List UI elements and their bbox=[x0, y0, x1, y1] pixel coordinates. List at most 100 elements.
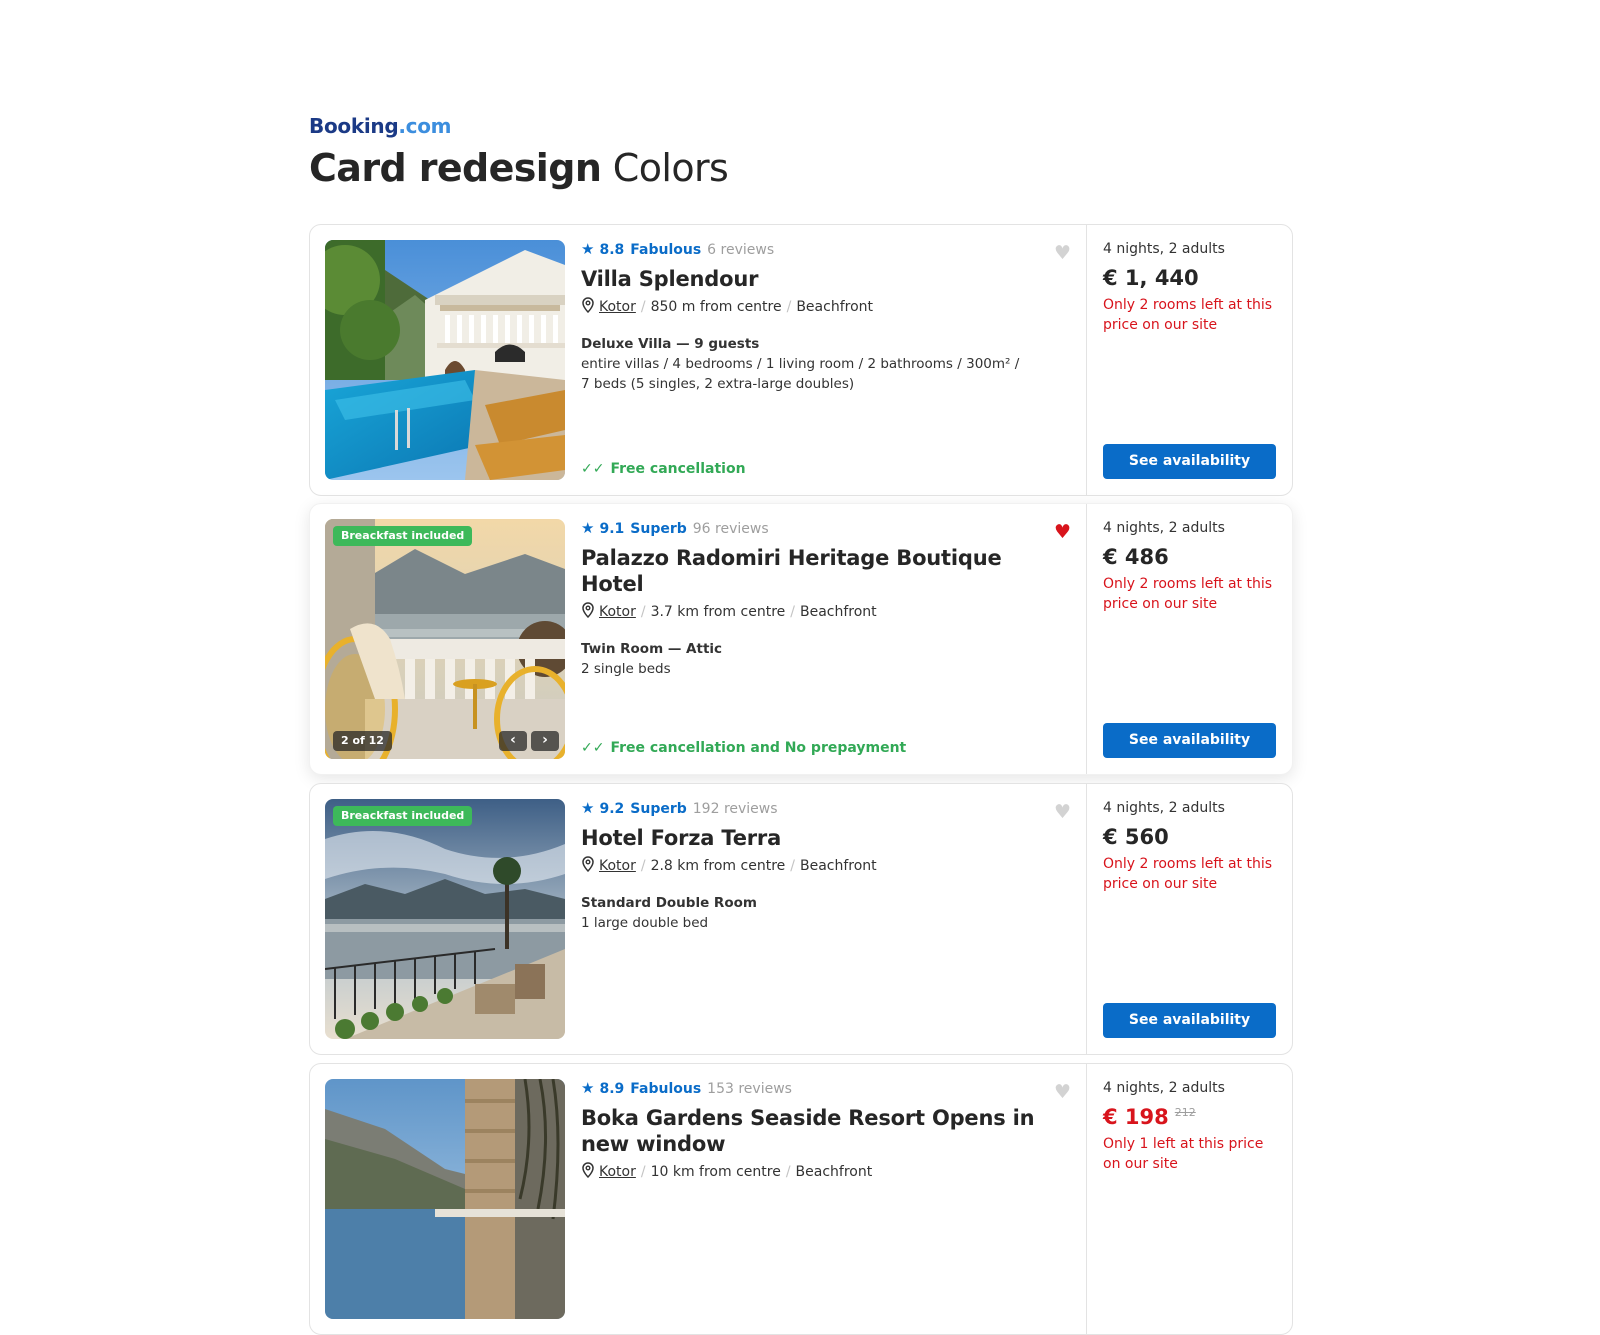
map-pin-icon bbox=[582, 602, 594, 618]
location-row: Kotor/2.8 km from centre / Beachfront bbox=[581, 856, 1051, 876]
scarcity-message: Only 2 rooms left at this price on our s… bbox=[1103, 856, 1273, 892]
city-link[interactable]: Kotor bbox=[599, 1164, 636, 1180]
divider bbox=[1086, 504, 1087, 774]
property-card[interactable]: Breackfast included 2 of 12 ‹ › ★ 9.1 Supe… bbox=[309, 503, 1293, 775]
star-icon: ★ bbox=[581, 1079, 595, 1097]
separator: / bbox=[785, 1164, 791, 1180]
divider bbox=[1086, 784, 1087, 1054]
map-pin-icon bbox=[582, 297, 594, 313]
seaside-resort-photo bbox=[325, 1079, 565, 1319]
map-pin-icon bbox=[582, 856, 594, 872]
rating-row: ★ 8.8 Fabulous 6 reviews bbox=[581, 239, 1051, 259]
price: € 198 212 bbox=[1103, 1104, 1277, 1130]
price-column: 4 nights, 2 adults € 1, 440 Only 2 rooms… bbox=[1103, 239, 1277, 479]
location-row: Kotor/10 km from centre / Beachfront bbox=[581, 1162, 1051, 1182]
see-availability-button[interactable]: See availability bbox=[1103, 444, 1276, 479]
property-info: ★ 9.2 Superb 192 reviews ♥ Hotel Forza Terr… bbox=[581, 798, 1071, 1038]
price: € 560 bbox=[1103, 825, 1169, 849]
brand-logo[interactable]: Booking.com bbox=[309, 112, 1293, 140]
heart-icon[interactable]: ♥ bbox=[1054, 522, 1071, 542]
property-name[interactable]: Boka Gardens Seaside Resort Opens in new… bbox=[581, 1105, 1051, 1157]
heart-icon[interactable]: ♥ bbox=[1054, 1082, 1071, 1102]
room-title: Standard Double Room bbox=[581, 895, 757, 911]
review-count[interactable]: 192 reviews bbox=[693, 801, 778, 817]
separator: / bbox=[640, 299, 646, 315]
location-tag: Beachfront bbox=[799, 604, 877, 620]
review-count[interactable]: 153 reviews bbox=[707, 1081, 792, 1097]
price-column: 4 nights, 2 adults € 486 Only 2 rooms le… bbox=[1103, 518, 1277, 758]
scarcity-message: Only 2 rooms left at this price on our s… bbox=[1103, 576, 1273, 612]
location-row: Kotor/3.7 km from centre / Beachfront bbox=[581, 602, 1051, 622]
rating-word: Fabulous bbox=[630, 242, 702, 258]
cancellation-policy: ✓✓ Free cancellation bbox=[581, 459, 746, 479]
property-photo[interactable] bbox=[325, 240, 565, 480]
villa-pool-photo bbox=[325, 240, 565, 480]
room-description: 1 large double bed bbox=[581, 915, 709, 931]
room-details: Standard Double Room 1 large double bed bbox=[581, 893, 1051, 933]
separator: / bbox=[640, 858, 646, 874]
map-pin-icon bbox=[582, 1162, 594, 1178]
distance: 850 m from centre bbox=[650, 299, 782, 315]
price: € 1, 440 bbox=[1103, 266, 1199, 290]
property-card[interactable]: ★ 8.8 Fabulous 6 reviews ♥ Villa Splendour … bbox=[309, 224, 1293, 496]
review-score: 8.8 bbox=[599, 242, 625, 258]
review-score: 9.1 bbox=[599, 521, 625, 537]
scarcity-message: Only 2 rooms left at this price on our s… bbox=[1103, 297, 1273, 333]
star-icon: ★ bbox=[581, 240, 595, 258]
price-column: 4 nights, 2 adults € 560 Only 2 rooms le… bbox=[1103, 798, 1277, 1038]
brand-name: Booking bbox=[309, 114, 399, 138]
stay-summary: 4 nights, 2 adults bbox=[1103, 241, 1225, 257]
breakfast-badge: Breackfast included bbox=[333, 806, 473, 826]
room-details: Twin Room — Attic 2 single beds bbox=[581, 639, 1051, 679]
chevron-left-icon[interactable]: ‹ bbox=[499, 731, 527, 751]
rating-row: ★ 9.2 Superb 192 reviews bbox=[581, 798, 1051, 818]
price-column: 4 nights, 2 adults € 198 212 Only 1 left … bbox=[1103, 1078, 1277, 1318]
property-card[interactable]: ★ 8.9 Fabulous 153 reviews ♥ Boka Gardens S… bbox=[309, 1063, 1293, 1335]
city-link[interactable]: Kotor bbox=[599, 858, 636, 874]
review-score: 9.2 bbox=[599, 801, 625, 817]
property-photo[interactable]: Breackfast included 2 of 12 ‹ › bbox=[325, 519, 565, 759]
heart-icon[interactable]: ♥ bbox=[1054, 243, 1071, 263]
property-name[interactable]: Villa Splendour bbox=[581, 266, 1051, 292]
property-info: ★ 9.1 Superb 96 reviews ♥ Palazzo Radomiri … bbox=[581, 518, 1071, 758]
room-description: 7 beds (5 singles, 2 extra-large doubles… bbox=[581, 376, 855, 392]
separator: / bbox=[640, 1164, 646, 1180]
separator: / bbox=[790, 858, 795, 874]
star-icon: ★ bbox=[581, 799, 595, 817]
see-availability-button[interactable]: See availability bbox=[1103, 723, 1276, 758]
star-icon: ★ bbox=[581, 519, 595, 537]
rating-word: Superb bbox=[630, 801, 687, 817]
property-photo[interactable]: Breackfast included bbox=[325, 799, 565, 1039]
rating-row: ★ 8.9 Fabulous 153 reviews bbox=[581, 1078, 1051, 1098]
heart-icon[interactable]: ♥ bbox=[1054, 802, 1071, 822]
divider bbox=[1086, 1064, 1087, 1334]
discounted-price: € 198 bbox=[1103, 1105, 1169, 1129]
page: Booking.com Card redesign Colors ★ 8.8 F… bbox=[309, 112, 1293, 1335]
double-check-icon: ✓✓ bbox=[581, 461, 605, 477]
property-info: ★ 8.8 Fabulous 6 reviews ♥ Villa Splendour … bbox=[581, 239, 1071, 479]
city-link[interactable]: Kotor bbox=[599, 299, 636, 315]
property-name[interactable]: Palazzo Radomiri Heritage Boutique Hotel bbox=[581, 545, 1051, 597]
divider bbox=[1086, 225, 1087, 495]
page-title-light: Colors bbox=[612, 146, 729, 190]
separator: / bbox=[640, 604, 646, 620]
review-count[interactable]: 6 reviews bbox=[707, 242, 774, 258]
property-card[interactable]: Breackfast included ★ 9.2 Superb 192 review… bbox=[309, 783, 1293, 1055]
property-photo[interactable] bbox=[325, 1079, 565, 1319]
stay-summary: 4 nights, 2 adults bbox=[1103, 800, 1225, 816]
page-title: Card redesign Colors bbox=[309, 146, 1293, 190]
rating-word: Fabulous bbox=[630, 1081, 702, 1097]
review-count[interactable]: 96 reviews bbox=[693, 521, 769, 537]
chevron-right-icon[interactable]: › bbox=[531, 731, 559, 751]
stay-summary: 4 nights, 2 adults bbox=[1103, 1080, 1225, 1096]
distance: 2.8 km from centre bbox=[650, 858, 786, 874]
distance: 10 km from centre bbox=[650, 1164, 781, 1180]
property-name[interactable]: Hotel Forza Terra bbox=[581, 825, 1051, 851]
review-score: 8.9 bbox=[599, 1081, 625, 1097]
city-link[interactable]: Kotor bbox=[599, 604, 636, 620]
breakfast-badge: Breackfast included bbox=[333, 526, 473, 546]
cancellation-policy: ✓✓ Free cancellation and No prepayment bbox=[581, 738, 906, 758]
see-availability-button[interactable]: See availability bbox=[1103, 1003, 1276, 1038]
brand-domain: .com bbox=[398, 114, 452, 138]
rating-row: ★ 9.1 Superb 96 reviews bbox=[581, 518, 1051, 538]
